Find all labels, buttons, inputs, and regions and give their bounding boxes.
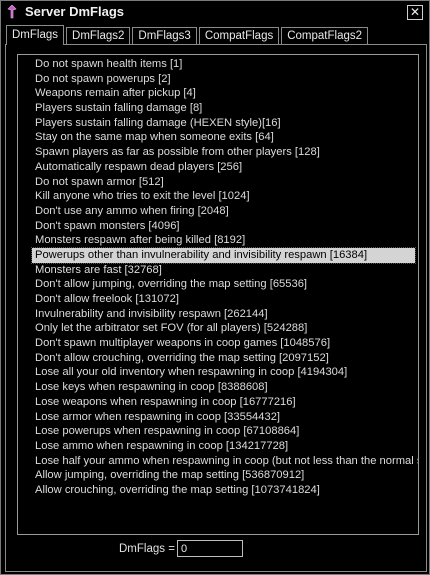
flag-list-item[interactable]: Don't spawn monsters [4096] [35,219,418,234]
flag-list-item[interactable]: Allow crouching, overriding the map sett… [35,483,418,498]
flag-list-item[interactable]: Allow jumping, overriding the map settin… [35,468,418,483]
tab-compatflags2[interactable]: CompatFlags2 [281,27,369,45]
close-button[interactable]: ✕ [407,5,423,20]
flag-list-item[interactable]: Do not spawn powerups [2] [35,72,418,87]
flag-list-item[interactable]: Weapons remain after pickup [4] [35,86,418,101]
dmflags-value-label: DmFlags = [119,543,175,555]
flag-list-item[interactable]: Kill anyone who tries to exit the level … [35,189,418,204]
flag-list-item[interactable]: Don't allow crouching, overriding the ma… [35,351,418,366]
flag-list-item[interactable]: Monsters respawn after being killed [819… [35,233,418,248]
flag-list-item[interactable]: Only let the arbitrator set FOV (for all… [35,321,418,336]
title-bar[interactable]: Server DmFlags ✕ [1,1,429,23]
dmflags-value-row: DmFlags = [6,540,426,562]
flag-list-item[interactable]: Lose ammo when respawning in coop [13421… [35,439,418,454]
flag-list-item[interactable]: Lose armor when respawning in coop [3355… [35,410,418,425]
tab-dmflags3[interactable]: DmFlags3 [132,27,197,45]
flag-list-item[interactable]: Automatically respawn dead players [256] [35,160,418,175]
flag-list-item[interactable]: Don't use any ammo when firing [2048] [35,204,418,219]
flag-list-item[interactable]: Monsters are fast [32768] [35,263,418,278]
window-title: Server DmFlags [25,4,124,19]
tab-bar: DmFlags DmFlags2 DmFlags3 CompatFlags Co… [6,25,370,45]
flag-list-item[interactable]: Lose powerups when respawning in coop [6… [35,424,418,439]
flag-list-item[interactable]: Stay on the same map when someone exits … [35,130,418,145]
flag-list-item[interactable]: Players sustain falling damage [8] [35,101,418,116]
tab-dmflags[interactable]: DmFlags [6,25,65,45]
tab-compatflags[interactable]: CompatFlags [198,27,280,45]
flag-list-item[interactable]: Powerups other than invulnerability and … [31,246,416,264]
dmflags-window: Server DmFlags ✕ DmFlags DmFlags2 DmFlag… [0,0,430,575]
close-icon: ✕ [409,5,421,19]
flag-list-item[interactable]: Invulnerability and invisibility respawn… [35,307,418,322]
flag-list-item[interactable]: Players sustain falling damage (HEXEN st… [35,116,418,131]
app-icon [7,5,17,19]
flag-list-item[interactable]: Lose all your old inventory when respawn… [35,365,418,380]
flag-list-item[interactable]: Lose half your ammo when respawning in c… [35,454,418,469]
flag-list-item[interactable]: Lose weapons when respawning in coop [16… [35,395,418,410]
tab-panel: Do not spawn health items [1] Do not spaw… [5,44,427,572]
flags-list[interactable]: Do not spawn health items [1] Do not spaw… [17,54,419,535]
flag-list-item[interactable]: Lose keys when respawning in coop [83886… [35,380,418,395]
flag-list-item[interactable]: Don't spawn multiplayer weapons in coop … [35,336,418,351]
dmflags-value-input[interactable] [177,540,243,557]
flag-list-item[interactable]: Do not spawn health items [1] [35,57,418,72]
flag-list-item[interactable]: Don't allow jumping, overriding the map … [35,277,418,292]
flag-list-item[interactable]: Spawn players as far as possible from ot… [35,145,418,160]
flag-list-item[interactable]: Do not spawn armor [512] [35,175,418,190]
flag-list-item[interactable]: Don't allow freelook [131072] [35,292,418,307]
tab-dmflags2[interactable]: DmFlags2 [66,27,131,45]
